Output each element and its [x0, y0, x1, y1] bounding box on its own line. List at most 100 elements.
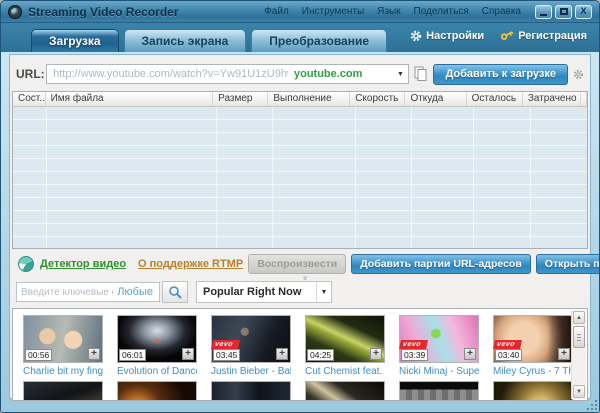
keyword-search-input[interactable] [17, 287, 117, 298]
paste-icon [414, 66, 427, 82]
video-thumbnail[interactable]: 04:25 + [305, 315, 385, 363]
action-row: Детектор видео О поддержке RTMP Воспроиз… [18, 251, 570, 277]
video-thumbnail[interactable]: vevo03:40+ [493, 315, 573, 363]
menu-item[interactable]: Поделиться [414, 6, 469, 17]
video-thumbnail[interactable] [117, 381, 197, 401]
content-area: URL: youtube.com ▼ Добавить к загрузке С… [9, 54, 591, 399]
add-video-button[interactable]: + [558, 348, 570, 360]
video-title[interactable]: Justin Bieber - Baby f... [211, 366, 291, 377]
video-thumbnail[interactable] [493, 381, 573, 401]
video-card[interactable]: 04:25 + Cut Chemist feat. Hy... [305, 315, 385, 377]
tab-convert[interactable]: Преобразование [251, 29, 387, 52]
batch-add-urls-button[interactable]: Добавить партии URL-адресов [351, 254, 531, 274]
resize-grip[interactable] [587, 400, 597, 410]
rtmp-support-link[interactable]: О поддержке RTMP [138, 258, 243, 270]
video-title[interactable]: Cut Chemist feat. Hy... [305, 366, 385, 377]
column-header[interactable]: Затрачено [523, 92, 581, 106]
video-thumbnail[interactable] [211, 381, 291, 401]
video-thumbnail[interactable]: vevo03:45 + [211, 315, 291, 363]
title-bar: Streaming Video Recorder ФайлИнструменты… [1, 1, 599, 23]
header-actions: Настройки Регистрация [410, 29, 587, 42]
video-gallery: 00:56+ Charlie bit my finger -... 06:01+ Ev… [12, 308, 588, 401]
site-label: youtube.com [294, 68, 362, 80]
video-detector-icon [18, 256, 34, 272]
chevron-down-icon[interactable]: ▼ [316, 282, 331, 302]
open-folder-button[interactable]: Открыть папку [536, 254, 600, 274]
column-header-spacer [581, 92, 587, 106]
video-title[interactable]: Charlie bit my finger -... [23, 366, 103, 377]
paste-url-button[interactable] [414, 66, 427, 82]
small-gear-icon [573, 69, 584, 80]
minimize-icon [540, 14, 547, 16]
add-video-button[interactable]: + [182, 348, 194, 360]
search-filter-dropdown[interactable]: Любые [117, 286, 159, 298]
url-settings-button[interactable] [573, 69, 584, 80]
site-dropdown-arrow[interactable]: ▼ [392, 71, 408, 78]
video-card[interactable]: 00:56+ Charlie bit my finger -... [23, 315, 103, 377]
column-header[interactable]: Размер [213, 92, 268, 106]
add-to-download-button[interactable]: Добавить к загрузке [433, 64, 568, 85]
video-thumbnail[interactable] [23, 381, 103, 401]
play-button[interactable]: Воспроизвести [248, 254, 346, 274]
close-button[interactable]: X [575, 5, 592, 19]
registration-button[interactable]: Регистрация [500, 29, 587, 42]
vevo-badge: vevo [493, 340, 522, 349]
vevo-badge: vevo [211, 340, 240, 349]
tab-bar: ЗагрузкаЗапись экранаПреобразование Наст… [1, 23, 599, 53]
tab-screen-record[interactable]: Запись экрана [124, 29, 247, 52]
video-thumbnail[interactable]: vevo03:39+ [399, 315, 479, 363]
video-card[interactable]: vevo03:40+ Miley Cyrus - 7 Things [493, 315, 573, 377]
gallery-scrollbar[interactable]: ▲ ▼ [571, 310, 586, 399]
add-video-button[interactable]: + [370, 348, 382, 360]
column-header[interactable]: Выполнение [268, 92, 350, 106]
menu-item[interactable]: Справка [482, 6, 521, 17]
video-title[interactable]: Miley Cyrus - 7 Things [493, 366, 573, 377]
gear-icon [410, 30, 422, 42]
scroll-up-button[interactable]: ▲ [573, 311, 585, 324]
url-input[interactable] [47, 68, 294, 80]
column-header[interactable]: Осталось [467, 92, 523, 106]
video-thumbnail[interactable]: 06:01+ [117, 315, 197, 363]
video-card[interactable]: vevo03:39+Nicki Minaj - Super Bass [399, 315, 479, 377]
video-thumbnail[interactable]: 00:56+ [23, 315, 103, 363]
column-header[interactable]: Скорость [350, 92, 405, 106]
video-card[interactable]: 06:01+ Evolution of Dance - ... [117, 315, 197, 377]
add-video-button[interactable]: + [88, 348, 100, 360]
column-header[interactable]: Откуда [405, 92, 466, 106]
menu-item[interactable]: Язык [377, 6, 400, 17]
column-header[interactable]: Сост... [13, 92, 46, 106]
add-video-button[interactable]: + [276, 348, 288, 360]
video-title[interactable]: Nicki Minaj - Super Bass [399, 366, 479, 377]
table-body[interactable] [13, 107, 587, 248]
tab-download[interactable]: Загрузка [31, 29, 119, 52]
add-video-button[interactable]: + [464, 348, 476, 360]
keyword-search-group: Любые [16, 282, 160, 302]
video-detector-link[interactable]: Детектор видео [40, 258, 126, 270]
video-thumbnail[interactable] [305, 381, 385, 401]
video-card[interactable]: vevo03:45 + Justin Bieber - Baby f... [211, 315, 291, 377]
video-title[interactable]: Evolution of Dance - ... [117, 366, 197, 377]
column-header[interactable]: Имя файла [46, 92, 214, 106]
menu-item[interactable]: Инструменты [302, 6, 364, 17]
scrollbar-thumb[interactable] [573, 326, 585, 348]
duration-badge: 03:45 [213, 349, 240, 361]
maximize-button[interactable] [555, 5, 572, 19]
tabs: ЗагрузкаЗапись экранаПреобразование [31, 29, 392, 52]
search-button[interactable] [162, 281, 188, 303]
minimize-button[interactable] [535, 5, 552, 19]
url-input-group: youtube.com ▼ [46, 64, 409, 84]
search-row: Любые Popular Right Now ▼ [16, 279, 332, 305]
column-separator [530, 107, 531, 248]
category-label: Popular Right Now [197, 286, 316, 298]
category-dropdown[interactable]: Popular Right Now ▼ [196, 281, 332, 303]
scroll-down-button[interactable]: ▼ [573, 385, 585, 398]
column-separator [473, 107, 474, 248]
settings-button[interactable]: Настройки [410, 30, 484, 42]
video-thumbnail[interactable] [399, 381, 479, 401]
window-controls: X [535, 5, 592, 19]
downloads-table: Сост...Имя файлаРазмерВыполнениеСкорость… [12, 91, 588, 249]
menu-item[interactable]: Файл [264, 6, 289, 17]
duration-badge: 03:39 [401, 349, 428, 361]
duration-badge: 04:25 [307, 349, 334, 361]
video-cards-row: 00:56+ Charlie bit my finger -... 06:01+ Ev… [23, 315, 573, 377]
